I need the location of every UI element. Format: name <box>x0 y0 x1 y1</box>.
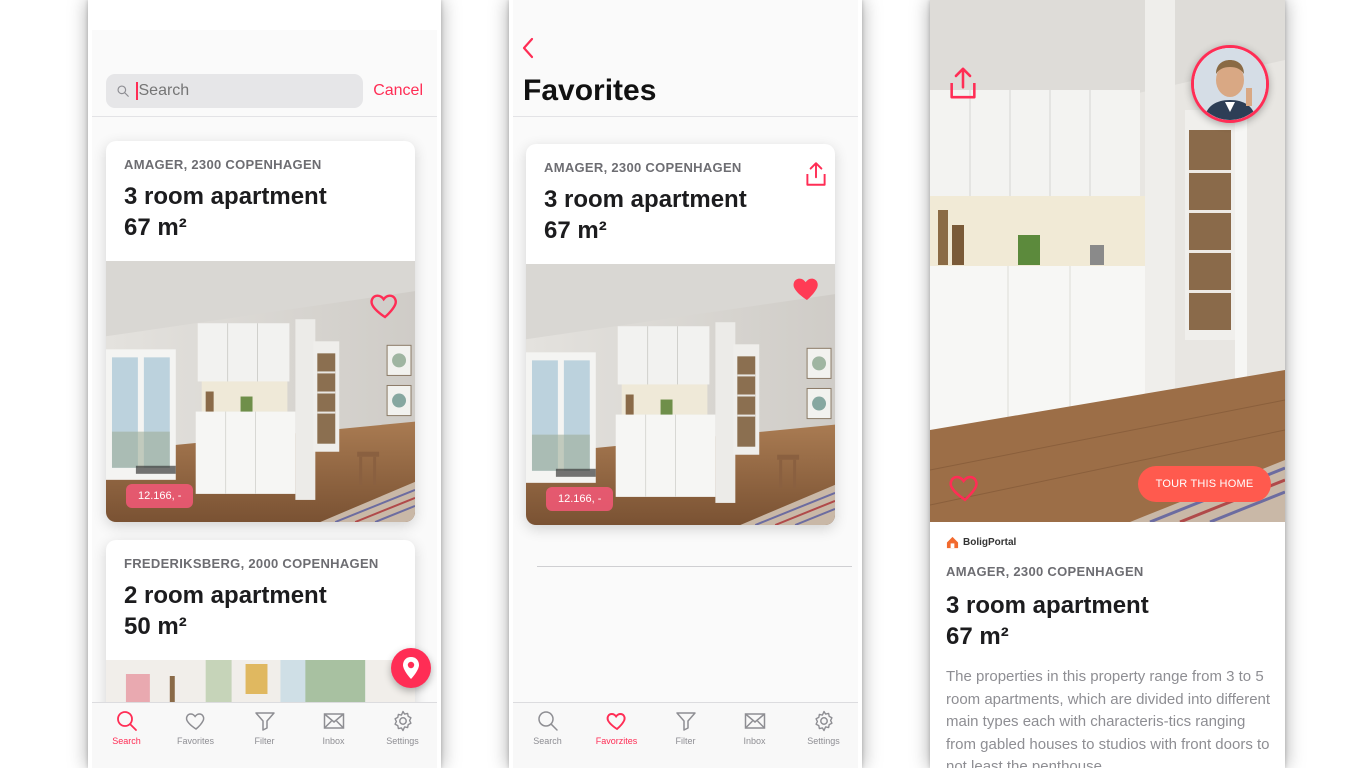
share-icon[interactable] <box>946 64 980 102</box>
tab-label: Inbox <box>743 736 766 746</box>
tab-inbox[interactable]: Inbox <box>299 709 368 768</box>
tab-favorites[interactable]: Favorzites <box>582 709 651 768</box>
tab-favorites[interactable]: Favorites <box>161 709 230 768</box>
page-title: Favorites <box>523 74 657 107</box>
listing-room-count: 2 room apartment <box>124 582 327 609</box>
favorites-screen-phone: Favorites AMAGER, 2300 COPENHAGEN 3 room… <box>509 0 862 768</box>
tab-settings[interactable]: Settings <box>789 709 858 768</box>
listing-room-count: 3 room apartment <box>544 186 747 213</box>
listing-size: 67 m² <box>544 217 607 244</box>
tab-bar: Search Favorites Filter Inbox Settings <box>92 702 437 768</box>
tab-label: Inbox <box>322 736 345 746</box>
tab-label: Favorites <box>176 736 214 746</box>
tab-label: Search <box>112 736 141 746</box>
tab-search[interactable]: Search <box>513 709 582 768</box>
heart-outline-icon[interactable] <box>948 470 982 504</box>
tab-filter[interactable]: Filter <box>230 709 299 768</box>
tab-search[interactable]: Search <box>92 709 161 768</box>
status-area <box>92 0 437 30</box>
listing-title: 3 room apartment 67 m² <box>946 590 1271 652</box>
listing-size: 67 m² <box>946 623 1009 650</box>
cancel-button[interactable]: Cancel <box>373 82 423 100</box>
listing-room-count: 3 room apartment <box>946 592 1149 619</box>
gear-icon <box>814 710 833 732</box>
search-icon <box>537 711 558 731</box>
search-field[interactable] <box>106 74 364 108</box>
favorites-screen: Favorites AMAGER, 2300 COPENHAGEN 3 room… <box>513 0 858 768</box>
listing-size: 50 m² <box>124 613 187 640</box>
house-icon <box>946 536 959 549</box>
tab-label: Favorzites <box>595 736 638 746</box>
inbox-icon <box>323 713 344 729</box>
tab-label: Filter <box>675 736 696 746</box>
tab-label: Settings <box>386 736 419 746</box>
divider <box>513 116 858 117</box>
gear-icon <box>393 710 412 732</box>
listing-header: AMAGER, 2300 COPENHAGEN 3 room apartment… <box>106 141 415 243</box>
divider <box>537 566 852 567</box>
tab-filter[interactable]: Filter <box>651 709 720 768</box>
listing-photo[interactable]: 12.166, - <box>526 264 835 525</box>
listing-photo[interactable]: 12.166, - <box>106 261 415 522</box>
agent-photo <box>1194 48 1266 120</box>
listing-size: 67 m² <box>124 214 187 241</box>
detail-screen-phone: TOUR THIS HOME BoligPortal AMAGER, 2300 … <box>930 0 1285 768</box>
listing-location: FREDERIKSBERG, 2000 COPENHAGEN <box>124 556 379 571</box>
brand-logo: BoligPortal <box>946 536 1016 549</box>
search-screen-phone: Cancel AMAGER, 2300 COPENHAGEN 3 room ap… <box>88 0 441 768</box>
heart-filled-icon[interactable] <box>791 272 823 304</box>
filter-icon <box>254 712 275 731</box>
tab-inbox[interactable]: Inbox <box>720 709 789 768</box>
search-screen: Cancel AMAGER, 2300 COPENHAGEN 3 room ap… <box>92 0 437 768</box>
tour-home-button[interactable]: TOUR THIS HOME <box>1138 466 1271 502</box>
heart-icon <box>185 713 204 730</box>
listing-card[interactable]: AMAGER, 2300 COPENHAGEN 3 room apartment… <box>526 144 835 525</box>
listing-title: 2 room apartment 50 m² <box>124 580 397 642</box>
heart-outline-icon[interactable] <box>369 289 401 321</box>
price-badge: 12.166, - <box>546 487 614 511</box>
apartment-photo <box>526 264 835 525</box>
listing-room-count: 3 room apartment <box>124 183 327 210</box>
detail-screen: TOUR THIS HOME BoligPortal AMAGER, 2300 … <box>930 0 1285 768</box>
tab-settings[interactable]: Settings <box>368 709 437 768</box>
divider <box>92 116 437 117</box>
search-input[interactable] <box>138 82 319 100</box>
listing-details: AMAGER, 2300 COPENHAGEN 3 room apartment… <box>946 564 1271 768</box>
search-icon <box>117 85 129 97</box>
search-bar: Cancel <box>106 74 423 108</box>
price-badge: 12.166, - <box>126 484 194 508</box>
listing-location: AMAGER, 2300 COPENHAGEN <box>124 157 322 172</box>
listing-header: FREDERIKSBERG, 2000 COPENHAGEN 2 room ap… <box>106 540 415 642</box>
listing-title: 3 room apartment 67 m² <box>544 184 817 246</box>
tab-label: Settings <box>807 736 840 746</box>
listing-card[interactable]: AMAGER, 2300 COPENHAGEN 3 room apartment… <box>106 141 415 522</box>
listing-header: AMAGER, 2300 COPENHAGEN 3 room apartment… <box>526 144 835 246</box>
chevron-left-icon[interactable] <box>519 36 539 60</box>
tab-bar: Search Favorzites Filter Inbox Settings <box>513 702 858 768</box>
share-icon[interactable] <box>803 160 829 188</box>
search-icon <box>116 711 137 731</box>
filter-icon <box>675 712 696 731</box>
map-pin-icon <box>403 657 419 679</box>
tab-label: Filter <box>254 736 275 746</box>
map-pin-button[interactable] <box>391 648 431 688</box>
listing-description: The properties in this property range fr… <box>946 668 1271 768</box>
listing-location: AMAGER, 2300 COPENHAGEN <box>946 564 1144 579</box>
agent-avatar[interactable] <box>1191 45 1269 123</box>
brand-name: BoligPortal <box>963 537 1017 548</box>
inbox-icon <box>744 713 765 729</box>
tab-label: Search <box>533 736 562 746</box>
hero-photo[interactable]: TOUR THIS HOME <box>930 0 1285 522</box>
listing-location: AMAGER, 2300 COPENHAGEN <box>544 160 742 175</box>
heart-icon <box>606 713 626 731</box>
text-caret <box>136 82 138 100</box>
listing-title: 3 room apartment 67 m² <box>124 181 397 243</box>
